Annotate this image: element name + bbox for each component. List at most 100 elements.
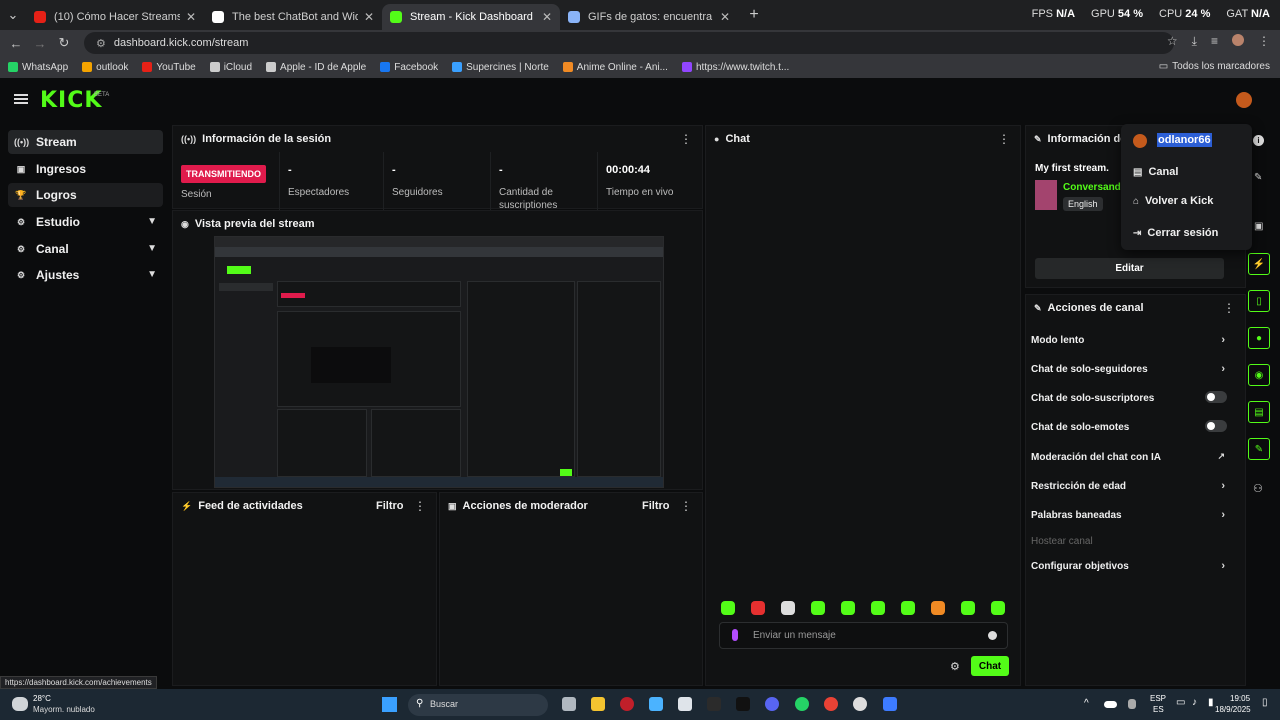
channel-action-row[interactable]: Moderación del chat con IA ↗	[1031, 451, 1231, 463]
activity-filter-button[interactable]: Filtro	[376, 500, 404, 512]
network-icon[interactable]: ▭	[1176, 697, 1185, 708]
tab-close-icon[interactable]: ✕	[542, 10, 552, 24]
discord-icon[interactable]	[765, 697, 779, 711]
bookmark-item[interactable]: YouTube	[142, 62, 196, 73]
activity-menu-icon[interactable]: ⋮	[414, 499, 426, 513]
emote-icon[interactable]	[901, 601, 915, 615]
channel-action-row[interactable]: Chat de solo-emotes	[1031, 420, 1231, 433]
tab-close-icon[interactable]: ✕	[720, 10, 730, 24]
chevron-right-icon[interactable]: ›	[1221, 560, 1225, 572]
emote-icon[interactable]	[721, 601, 735, 615]
bookmark-item[interactable]: Apple - ID de Apple	[266, 62, 366, 73]
reload-icon[interactable]: ↻	[52, 35, 76, 51]
chevron-right-icon[interactable]: ›	[1221, 509, 1225, 521]
reading-list-icon[interactable]: ≡	[1211, 34, 1218, 49]
channel-action-row[interactable]: Restricción de edad ›	[1031, 480, 1231, 492]
browser-tab[interactable]: The best ChatBot and Widgets ✕	[204, 4, 382, 30]
dropdown-item-2[interactable]: ⇥ Cerrar sesión	[1133, 227, 1218, 239]
browser-tab[interactable]: (10) Cómo Hacer Streams en Ki ✕	[26, 4, 204, 30]
new-tab-button[interactable]: +	[742, 6, 766, 24]
chevron-down-icon[interactable]: ▼	[147, 216, 157, 227]
epic-games-icon[interactable]	[707, 697, 721, 711]
chevron-down-icon[interactable]: ▼	[147, 269, 157, 280]
site-info-icon[interactable]: ⚙	[96, 37, 106, 50]
dropdown-item-0[interactable]: ▤ Canal	[1133, 166, 1178, 178]
chat-input[interactable]: Enviar un mensaje	[719, 622, 1008, 649]
channel-action-row[interactable]: Palabras baneadas ›	[1031, 509, 1231, 521]
file-explorer-icon[interactable]	[591, 697, 605, 711]
chevron-down-icon[interactable]: ▼	[147, 243, 157, 254]
emoji-icon[interactable]	[988, 631, 997, 640]
bookmark-item[interactable]: Supercines | Norte	[452, 62, 549, 73]
toggle-switch[interactable]	[1205, 391, 1227, 403]
emote-icon[interactable]	[811, 601, 825, 615]
edit-button[interactable]: Editar	[1035, 258, 1224, 279]
quick-action-layout-icon[interactable]: ▤	[1248, 401, 1270, 423]
tab-close-icon[interactable]: ✕	[186, 10, 196, 24]
bookmark-item[interactable]: outlook	[82, 62, 128, 73]
sidebar-item-estudio[interactable]: ⚙ Estudio ▼	[8, 210, 163, 234]
chevron-right-icon[interactable]: ›	[1221, 334, 1225, 346]
bookmark-item[interactable]: Facebook	[380, 62, 438, 73]
external-link-icon[interactable]: ↗	[1217, 451, 1225, 462]
obs-icon[interactable]	[853, 697, 867, 711]
quick-action-bolt-icon[interactable]: ⚡	[1248, 253, 1270, 275]
quick-action-broadcast-icon[interactable]: ◉	[1248, 364, 1270, 386]
emote-icon[interactable]	[991, 601, 1005, 615]
sidebar-item-ingresos[interactable]: ▣ Ingresos	[8, 157, 163, 181]
clock-time[interactable]: 19:05	[1230, 694, 1250, 703]
onedrive-icon[interactable]	[1104, 701, 1117, 708]
chat-settings-icon[interactable]: ⚙	[950, 660, 960, 673]
info-icon[interactable]: i	[1253, 135, 1264, 146]
edit-pencil-icon[interactable]: ✎	[1254, 172, 1262, 183]
task-view-icon[interactable]	[562, 697, 576, 711]
chat-menu-icon[interactable]: ⋮	[998, 132, 1010, 146]
weather-temp[interactable]: 28°C	[33, 694, 51, 703]
chrome-icon[interactable]	[824, 697, 838, 711]
weather-icon[interactable]	[12, 697, 28, 711]
browser-menu-icon[interactable]: ⋮	[1258, 34, 1270, 49]
profile-avatar-icon[interactable]	[1232, 34, 1244, 46]
chevron-right-icon[interactable]: ›	[1221, 363, 1225, 375]
tab-close-icon[interactable]: ✕	[364, 10, 374, 24]
quick-action-note-icon[interactable]: ▯	[1248, 290, 1270, 312]
channel-action-row[interactable]: Modo lento ›	[1031, 334, 1231, 346]
bookmark-item[interactable]: https://www.twitch.t...	[681, 62, 789, 73]
microphone-icon[interactable]	[732, 629, 738, 641]
quick-action-share-icon[interactable]: ⚇	[1253, 482, 1263, 495]
record-icon[interactable]: ▣	[1254, 221, 1263, 232]
app-blue-icon[interactable]	[883, 697, 897, 711]
sidebar-item-stream[interactable]: ((•)) Stream	[8, 130, 163, 154]
bookmark-item[interactable]: Anime Online - Ani...	[562, 62, 668, 73]
whatsapp-icon[interactable]	[795, 697, 809, 711]
sidebar-item-canal[interactable]: ⚙ Canal ▼	[8, 237, 163, 261]
tiktok-icon[interactable]	[736, 697, 750, 711]
app-red-icon[interactable]	[620, 697, 634, 711]
emote-icon[interactable]	[871, 601, 885, 615]
category-link[interactable]: Conversando	[1063, 182, 1127, 193]
sidebar-item-logros[interactable]: 🏆 Logros	[8, 183, 163, 207]
chat-send-button[interactable]: Chat	[971, 656, 1009, 676]
url-field[interactable]: ⚙ dashboard.kick.com/stream	[84, 32, 1174, 54]
download-icon[interactable]: ⤓	[1192, 34, 1197, 49]
quick-action-chat-icon[interactable]: ●	[1248, 327, 1270, 349]
tray-chevron-icon[interactable]: ^	[1084, 698, 1089, 709]
taskbar-search[interactable]: ⚲ Buscar	[408, 694, 548, 716]
emote-icon[interactable]	[751, 601, 765, 615]
channel-actions-menu-icon[interactable]: ⋮	[1223, 301, 1235, 315]
notification-icon[interactable]: ▯	[1262, 697, 1268, 708]
channel-action-row[interactable]: Chat de solo-suscriptores	[1031, 391, 1231, 404]
emote-icon[interactable]	[931, 601, 945, 615]
browser-tab[interactable]: Stream - Kick Dashboard ✕	[382, 4, 560, 30]
chevron-right-icon[interactable]: ›	[1221, 480, 1225, 492]
battery-icon[interactable]: ▮	[1208, 697, 1214, 708]
user-avatar[interactable]	[1236, 92, 1252, 108]
bookmark-item[interactable]: WhatsApp	[8, 62, 68, 73]
quick-action-tool-icon[interactable]: ✎	[1248, 438, 1270, 460]
tray-mic-icon[interactable]	[1128, 699, 1136, 709]
mod-menu-icon[interactable]: ⋮	[680, 499, 692, 513]
mod-filter-button[interactable]: Filtro	[642, 500, 670, 512]
store-icon[interactable]	[678, 697, 692, 711]
stream-preview-video[interactable]	[214, 236, 664, 488]
session-menu-icon[interactable]: ⋮	[680, 132, 692, 146]
